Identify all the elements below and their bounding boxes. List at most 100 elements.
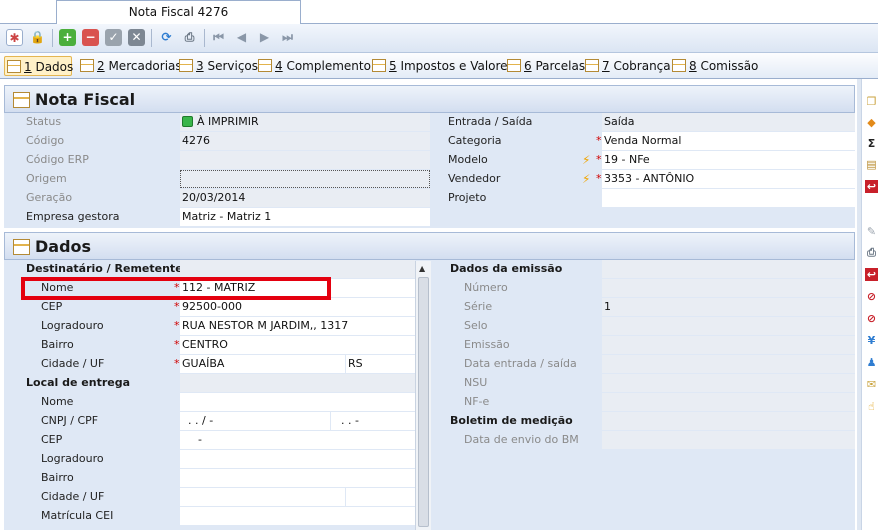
cancel-icon[interactable]: ✕	[128, 29, 145, 46]
le-cpf-field[interactable]: . . -	[331, 412, 415, 430]
geracao-field: 20/03/2014	[180, 189, 430, 207]
le-uf-field[interactable]	[346, 488, 415, 506]
required-marker: *	[174, 319, 180, 332]
cidade-field[interactable]: GUAÍBA	[180, 355, 345, 373]
logradouro-field[interactable]: RUA NESTOR M JARDIM,, 1317	[180, 317, 415, 335]
le-nome-field[interactable]	[180, 393, 415, 411]
tab-parcelas[interactable]: 6 Parcelas	[505, 56, 585, 76]
scroll-thumb[interactable]	[418, 277, 429, 527]
print-side-icon[interactable]: ⎙	[865, 246, 878, 259]
codigo-erp-label: Código ERP	[26, 153, 89, 166]
geracao-label: Geração	[26, 191, 73, 204]
projeto-field[interactable]	[602, 189, 855, 207]
boletim-header: Boletim de medição	[450, 414, 573, 427]
copy-icon[interactable]: ❐	[865, 95, 878, 108]
attach-icon[interactable]: ✎	[865, 225, 878, 238]
confirm-icon[interactable]: ✓	[105, 29, 122, 46]
block-icon[interactable]: ⊘	[865, 290, 878, 303]
le-cep-field[interactable]: -	[180, 431, 415, 449]
le-bairro-field[interactable]	[180, 469, 415, 487]
le-cnpj-field[interactable]: . . / -	[180, 412, 330, 430]
next-record-icon[interactable]: ▶	[256, 29, 273, 46]
currency-icon[interactable]: ¥	[865, 334, 878, 347]
categoria-label: Categoria	[448, 134, 502, 147]
cidade-uf-label: Cidade / UF	[41, 357, 105, 370]
refresh-icon[interactable]: ⟳	[158, 29, 175, 46]
bairro-field[interactable]: CENTRO	[180, 336, 415, 354]
uf-field[interactable]: RS	[346, 355, 415, 373]
new-document-icon[interactable]: ✱	[6, 29, 23, 46]
origem-label: Origem	[26, 172, 67, 185]
vendedor-field[interactable]: 3353 - ANTÔNIO	[602, 170, 855, 188]
required-marker: *	[596, 172, 602, 185]
nota-fiscal-left: Status À IMPRIMIR Código 4276 Código ERP…	[4, 113, 430, 228]
lightning-icon[interactable]: ⚡	[582, 170, 590, 188]
categoria-field[interactable]: Venda Normal	[602, 132, 855, 150]
modelo-field[interactable]: 19 - NFe	[602, 151, 855, 169]
bairro-label: Bairro	[41, 338, 74, 351]
sum-icon[interactable]: Σ	[865, 137, 878, 150]
le-cidade-field[interactable]	[180, 488, 345, 506]
exit-icon[interactable]: ↩	[865, 180, 878, 193]
return-icon[interactable]: ↩	[865, 268, 878, 281]
tab-nota-fiscal[interactable]: Nota Fiscal 4276	[56, 0, 301, 24]
tab-complemento[interactable]: 4 Complemento	[256, 56, 371, 76]
tab-cobranca[interactable]: 7 Cobrança	[583, 56, 671, 76]
le-nome-label: Nome	[41, 395, 74, 408]
le-cnpj-label: CNPJ / CPF	[41, 414, 99, 427]
grid-icon	[7, 60, 21, 73]
entrada-saida-field: Saída	[602, 113, 855, 131]
le-logradouro-field[interactable]	[180, 450, 415, 468]
status-green-icon	[182, 115, 193, 127]
nota-fiscal-right: Entrada / Saída Saída Categoria * Venda …	[430, 113, 855, 228]
previous-record-icon[interactable]: ◀	[233, 29, 250, 46]
tab-dados[interactable]: 1 Dados	[4, 56, 73, 76]
deny-icon[interactable]: ⊘	[865, 312, 878, 325]
empresa-gestora-field[interactable]: Matriz - Matriz 1	[180, 208, 430, 226]
section-title: Dados	[35, 237, 92, 256]
required-marker: *	[596, 153, 602, 166]
data-envio-bm-label: Data de envio do BM	[464, 433, 579, 446]
le-matricula-field[interactable]	[180, 507, 415, 525]
add-icon[interactable]: +	[59, 29, 76, 46]
grid-icon	[13, 239, 30, 255]
remove-icon[interactable]: −	[82, 29, 99, 46]
export-icon[interactable]: ▤	[865, 158, 878, 171]
tab-servicos[interactable]: 3 Serviços	[177, 56, 258, 76]
lock-icon[interactable]: 🔒	[29, 29, 46, 46]
tab-impostos-valores[interactable]: 5 Impostos e Valores	[370, 56, 514, 76]
grid-icon	[372, 59, 386, 72]
selo-label: Selo	[464, 319, 488, 332]
data-entrada-saida-field	[602, 355, 855, 373]
codigo-erp-field	[180, 151, 430, 169]
toolbar: ✱ 🔒 + − ✓ ✕ ⟳ ⎙ ⏮ ◀ ▶ ⏭	[0, 24, 878, 53]
grid-icon	[672, 59, 686, 72]
nfe-label: NF-e	[464, 395, 490, 408]
cep-field[interactable]: 92500-000	[180, 298, 415, 316]
emissao-field	[602, 336, 855, 354]
lightning-icon[interactable]: ⚡	[582, 151, 590, 169]
origem-field[interactable]	[180, 170, 430, 188]
header-filler	[602, 260, 855, 278]
local-entrega-header: Local de entrega	[26, 376, 131, 389]
vertical-scrollbar[interactable]: ▲	[415, 261, 431, 530]
numero-label: Número	[464, 281, 508, 294]
tab-mercadorias[interactable]: 2 Mercadorias	[78, 56, 182, 76]
last-record-icon[interactable]: ⏭	[279, 29, 296, 46]
note-icon[interactable]: ✉	[865, 378, 878, 391]
print-icon[interactable]: ⎙	[181, 29, 198, 46]
codigo-field: 4276	[180, 132, 430, 150]
right-action-bar: ❐ ◆ Σ ▤ ↩ ✎ ⎙ ↩ ⊘ ⊘ ¥ ♟ ✉ ☝	[861, 79, 878, 530]
destinatario-panel: Destinatário / Remetente Nome * 112 - MA…	[4, 260, 415, 530]
nsu-field	[602, 374, 855, 392]
users-icon[interactable]: ♟	[865, 356, 878, 369]
tab-comissao[interactable]: 8 Comissão	[670, 56, 758, 76]
destinatario-header: Destinatário / Remetente	[26, 262, 183, 275]
status-field: À IMPRIMIR	[180, 113, 430, 131]
first-record-icon[interactable]: ⏮	[210, 29, 227, 46]
tag-icon[interactable]: ◆	[865, 116, 878, 129]
scroll-up-icon[interactable]: ▲	[419, 264, 425, 273]
le-cep-label: CEP	[41, 433, 63, 446]
thumbs-up-icon[interactable]: ☝	[865, 400, 878, 413]
grid-icon	[507, 59, 521, 72]
